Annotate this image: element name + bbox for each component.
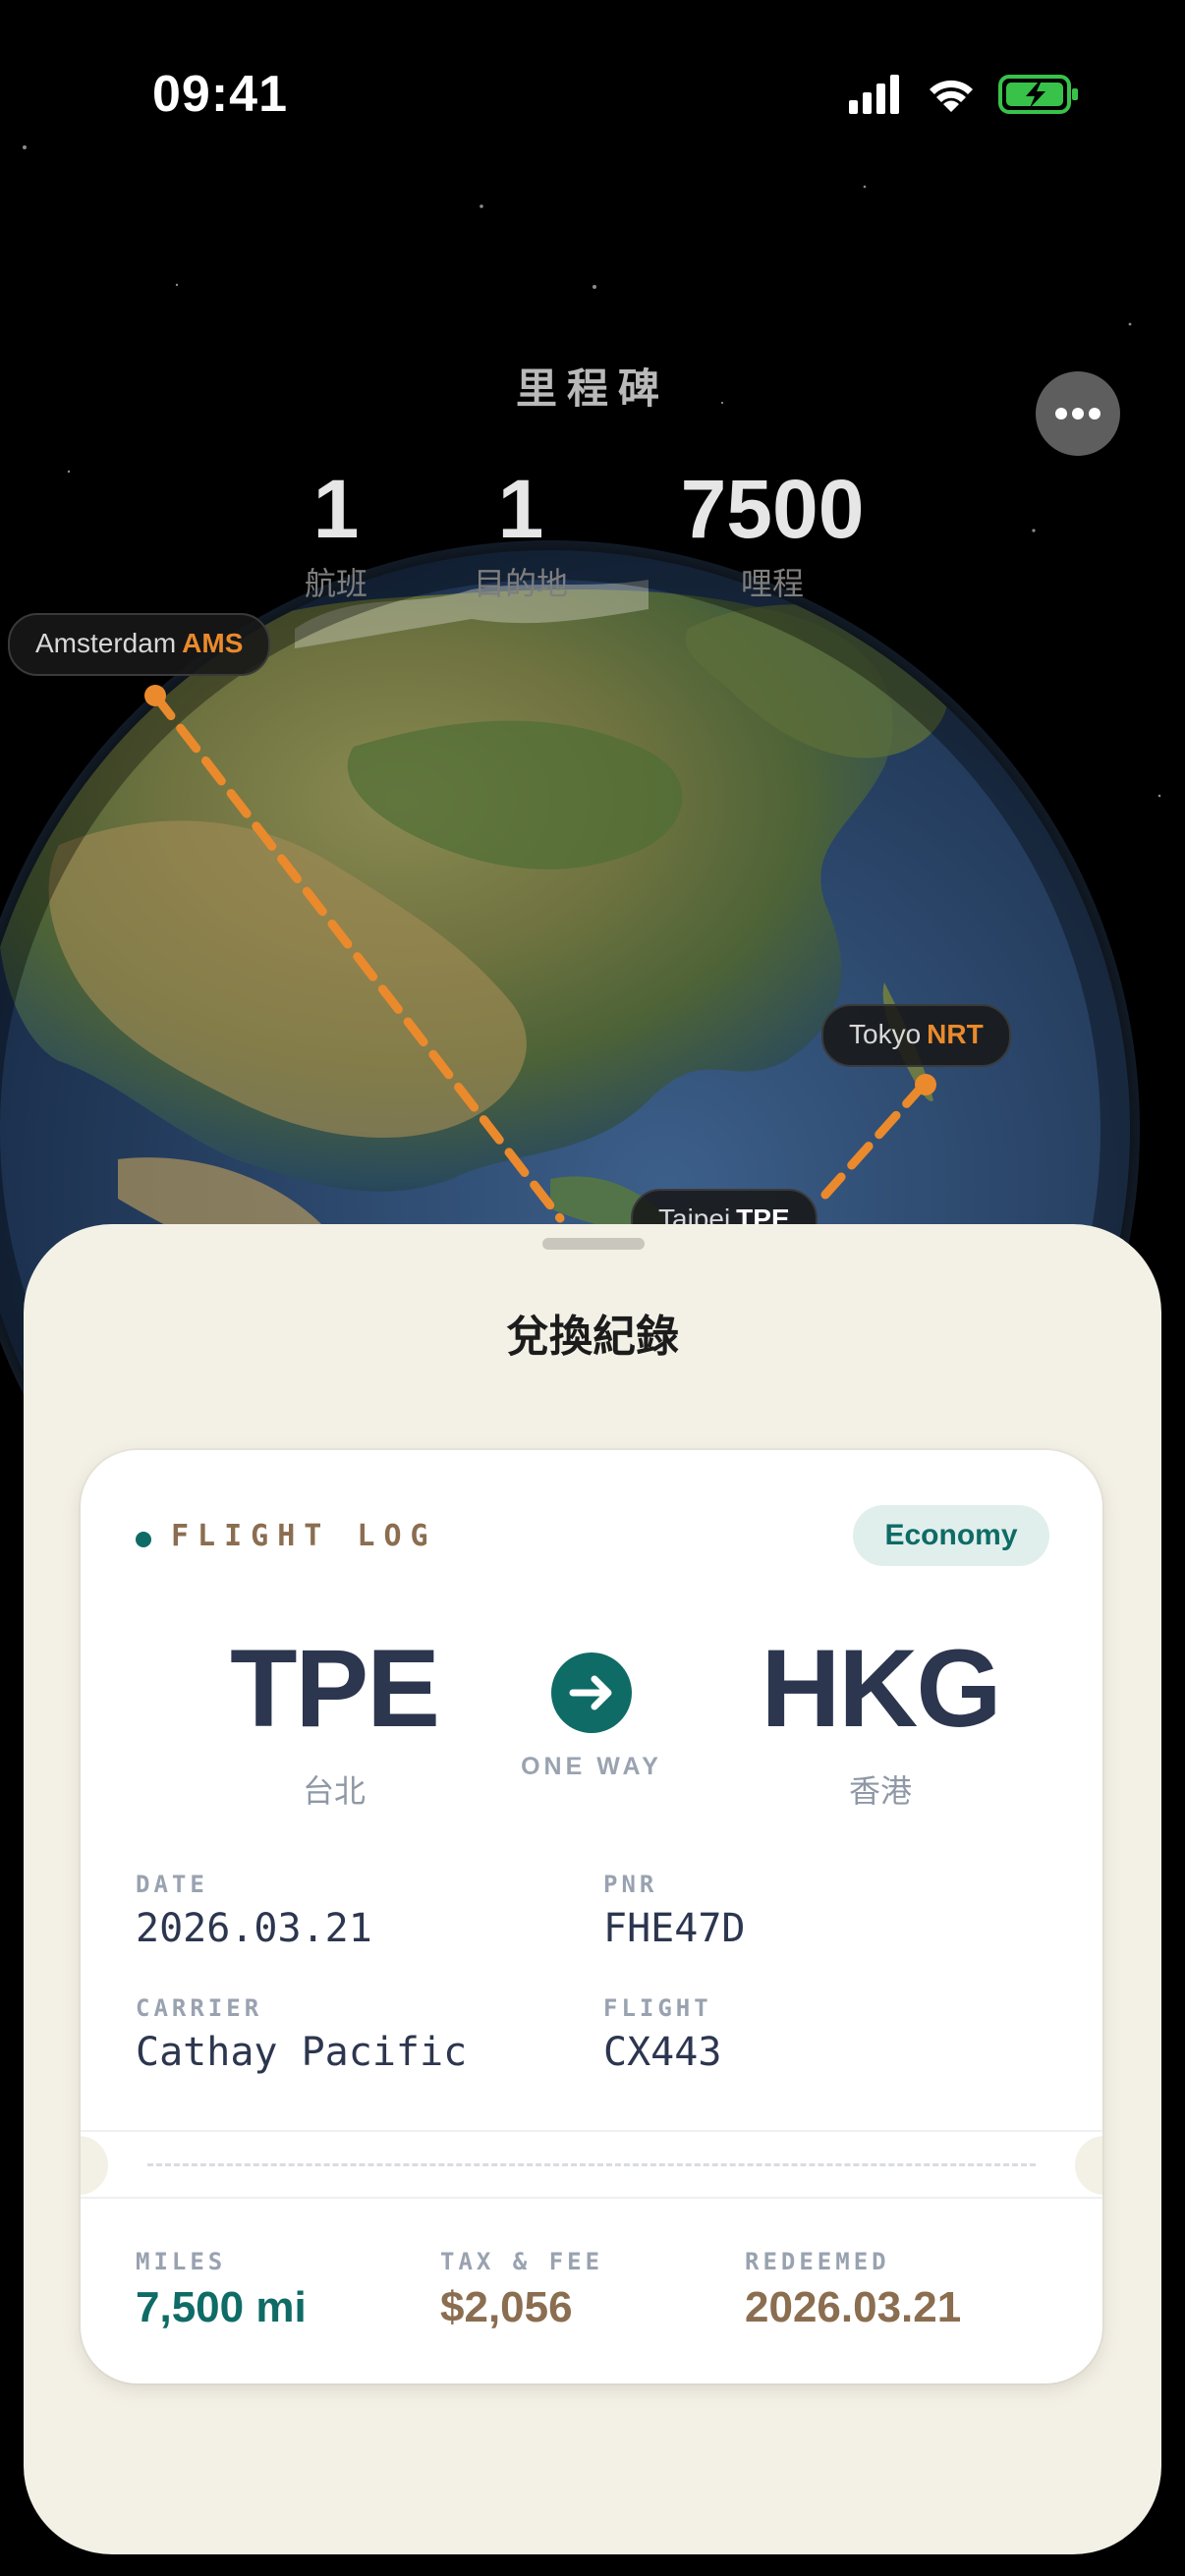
ticket-notch-right	[1075, 2136, 1102, 2195]
ticket-perforation	[147, 2163, 1036, 2166]
status-dot	[136, 1532, 151, 1547]
carrier-value: Cathay Pacific	[136, 2030, 468, 2075]
sheet-title: 兌換紀錄	[506, 1312, 679, 1362]
city-label-amsterdam[interactable]: Amsterdam AMS	[8, 613, 271, 676]
stat-label: 航班	[304, 565, 367, 602]
city-code: AMS	[182, 628, 244, 658]
cellular-signal-icon	[849, 75, 899, 114]
date-label: DATE	[136, 1871, 208, 1898]
stat-destinations: 1 目的地	[460, 460, 582, 603]
city-label-tokyo[interactable]: Tokyo NRT	[821, 1004, 1011, 1067]
miles-value: 7,500 mi	[136, 2283, 307, 2331]
origin-code: TPE	[230, 1627, 440, 1750]
battery-charging-icon	[998, 75, 1078, 114]
destination-city: 香港	[848, 1772, 912, 1810]
status-icons	[849, 75, 1078, 114]
stat-value: 1	[497, 463, 544, 555]
flight-log-card[interactable]: FLIGHT LOG Economy TPE 台北 ONE WAY HKG 香港…	[81, 1450, 1102, 2383]
tax-value: $2,056	[440, 2283, 573, 2331]
ticket-notch-left	[81, 2136, 108, 2195]
stat-miles: 7500 哩程	[654, 460, 890, 603]
pnr-value: FHE47D	[603, 1906, 746, 1951]
stat-value: 1	[312, 463, 360, 555]
redemption-sheet[interactable]: 兌換紀錄 FLIGHT LOG Economy TPE 台北 ONE WAY H…	[24, 1224, 1161, 2554]
stat-flights: 1 航班	[287, 460, 385, 603]
city-name: Amsterdam	[35, 628, 177, 658]
city-name: Tokyo	[849, 1019, 922, 1049]
cabin-class-badge: Economy	[853, 1505, 1049, 1566]
stat-label: 哩程	[740, 565, 804, 602]
ellipsis-icon	[1055, 408, 1100, 420]
carrier-label: CARRIER	[136, 1994, 263, 2022]
tax-label: TAX & FEE	[440, 2248, 604, 2275]
redeemed-label: REDEEMED	[745, 2248, 890, 2275]
origin-city: 台北	[302, 1772, 366, 1810]
stat-value: 7500	[680, 463, 865, 555]
pin-ams	[144, 685, 166, 706]
sheet-grabber[interactable]	[542, 1238, 645, 1250]
date-value: 2026.03.21	[136, 1906, 372, 1951]
destination-code: HKG	[761, 1627, 1002, 1750]
trip-type: ONE WAY	[521, 1753, 662, 1780]
status-bar: 09:41	[0, 0, 1185, 187]
arrow-right-icon	[551, 1652, 632, 1733]
divider-top	[81, 2130, 1102, 2132]
wifi-icon	[930, 80, 973, 112]
section-title: FLIGHT LOG	[171, 1519, 437, 1553]
stat-label: 目的地	[473, 565, 568, 602]
page-title: 里程碑	[515, 364, 669, 413]
miles-label: MILES	[136, 2248, 227, 2275]
pnr-label: PNR	[603, 1871, 658, 1898]
status-time: 09:41	[152, 66, 288, 123]
city-code: NRT	[927, 1019, 984, 1049]
more-button[interactable]	[1036, 371, 1120, 456]
flight-label: FLIGHT	[603, 1994, 712, 2022]
redeemed-value: 2026.03.21	[745, 2283, 962, 2331]
flight-value: CX443	[603, 2030, 722, 2075]
divider-bottom	[81, 2197, 1102, 2199]
pin-nrt	[915, 1074, 936, 1095]
